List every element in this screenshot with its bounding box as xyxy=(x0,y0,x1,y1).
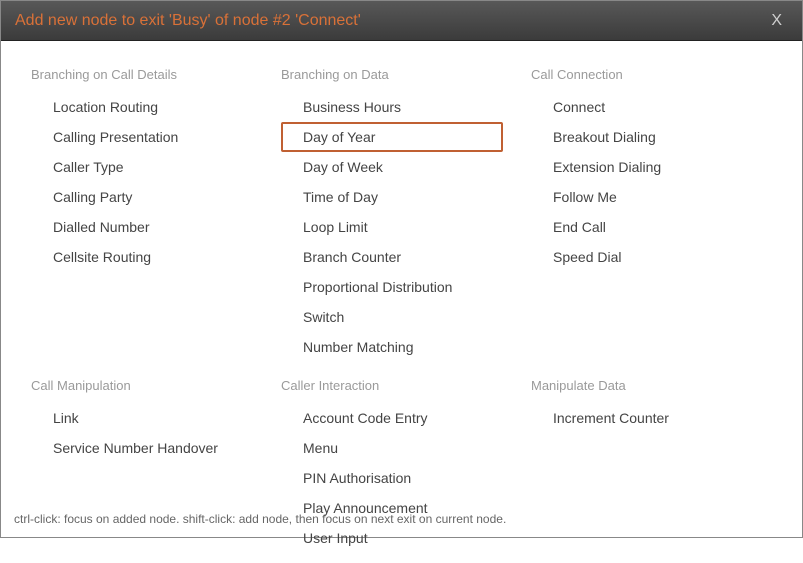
section-header: Branching on Data xyxy=(281,67,531,82)
node-option[interactable]: Follow Me xyxy=(531,182,753,212)
node-option[interactable]: Caller Type xyxy=(31,152,253,182)
node-option[interactable]: Business Hours xyxy=(281,92,503,122)
node-option[interactable]: Loop Limit xyxy=(281,212,503,242)
dialog-header: Add new node to exit 'Busy' of node #2 '… xyxy=(1,1,802,41)
section: Manipulate Data Increment Counter xyxy=(531,378,781,553)
node-option[interactable]: User Input xyxy=(281,523,503,553)
node-option[interactable]: Calling Party xyxy=(31,182,253,212)
node-option[interactable]: Extension Dialing xyxy=(531,152,753,182)
node-option[interactable]: Switch xyxy=(281,302,503,332)
node-option[interactable]: Time of Day xyxy=(281,182,503,212)
node-option[interactable]: Link xyxy=(31,403,253,433)
node-option[interactable]: Proportional Distribution xyxy=(281,272,503,302)
dialog-content: Branching on Call Details Location Routin… xyxy=(1,41,802,563)
node-option[interactable]: PIN Authorisation xyxy=(281,463,503,493)
node-option[interactable]: Number Matching xyxy=(281,332,503,362)
node-option[interactable]: Breakout Dialing xyxy=(531,122,753,152)
node-option[interactable]: Increment Counter xyxy=(531,403,753,433)
node-option[interactable]: Menu xyxy=(281,433,503,463)
section: Call Manipulation LinkService Number Hand… xyxy=(31,378,281,553)
section-header: Branching on Call Details xyxy=(31,67,281,82)
section-header: Call Connection xyxy=(531,67,781,82)
node-option[interactable]: Dialled Number xyxy=(31,212,253,242)
node-option[interactable]: Cellsite Routing xyxy=(31,242,253,272)
node-option[interactable]: Calling Presentation xyxy=(31,122,253,152)
node-option[interactable]: Account Code Entry xyxy=(281,403,503,433)
node-option[interactable]: Day of Week xyxy=(281,152,503,182)
section-header: Manipulate Data xyxy=(531,378,781,393)
footer-hint: ctrl-click: focus on added node. shift-c… xyxy=(14,512,506,526)
section: Call Connection ConnectBreakout DialingEx… xyxy=(531,67,781,362)
node-option[interactable]: Speed Dial xyxy=(531,242,753,272)
node-option[interactable]: End Call xyxy=(531,212,753,242)
section-header: Call Manipulation xyxy=(31,378,281,393)
node-option[interactable]: Branch Counter xyxy=(281,242,503,272)
section: Caller Interaction Account Code EntryMenu… xyxy=(281,378,531,553)
close-button[interactable]: X xyxy=(765,10,788,32)
node-option[interactable]: Location Routing xyxy=(31,92,253,122)
section-header: Caller Interaction xyxy=(281,378,531,393)
node-option[interactable]: Day of Year xyxy=(281,122,503,152)
dialog-title: Add new node to exit 'Busy' of node #2 '… xyxy=(15,12,361,30)
node-option[interactable]: Service Number Handover xyxy=(31,433,253,463)
node-option[interactable]: Connect xyxy=(531,92,753,122)
section: Branching on Data Business HoursDay of Ye… xyxy=(281,67,531,362)
section: Branching on Call Details Location Routin… xyxy=(31,67,281,362)
